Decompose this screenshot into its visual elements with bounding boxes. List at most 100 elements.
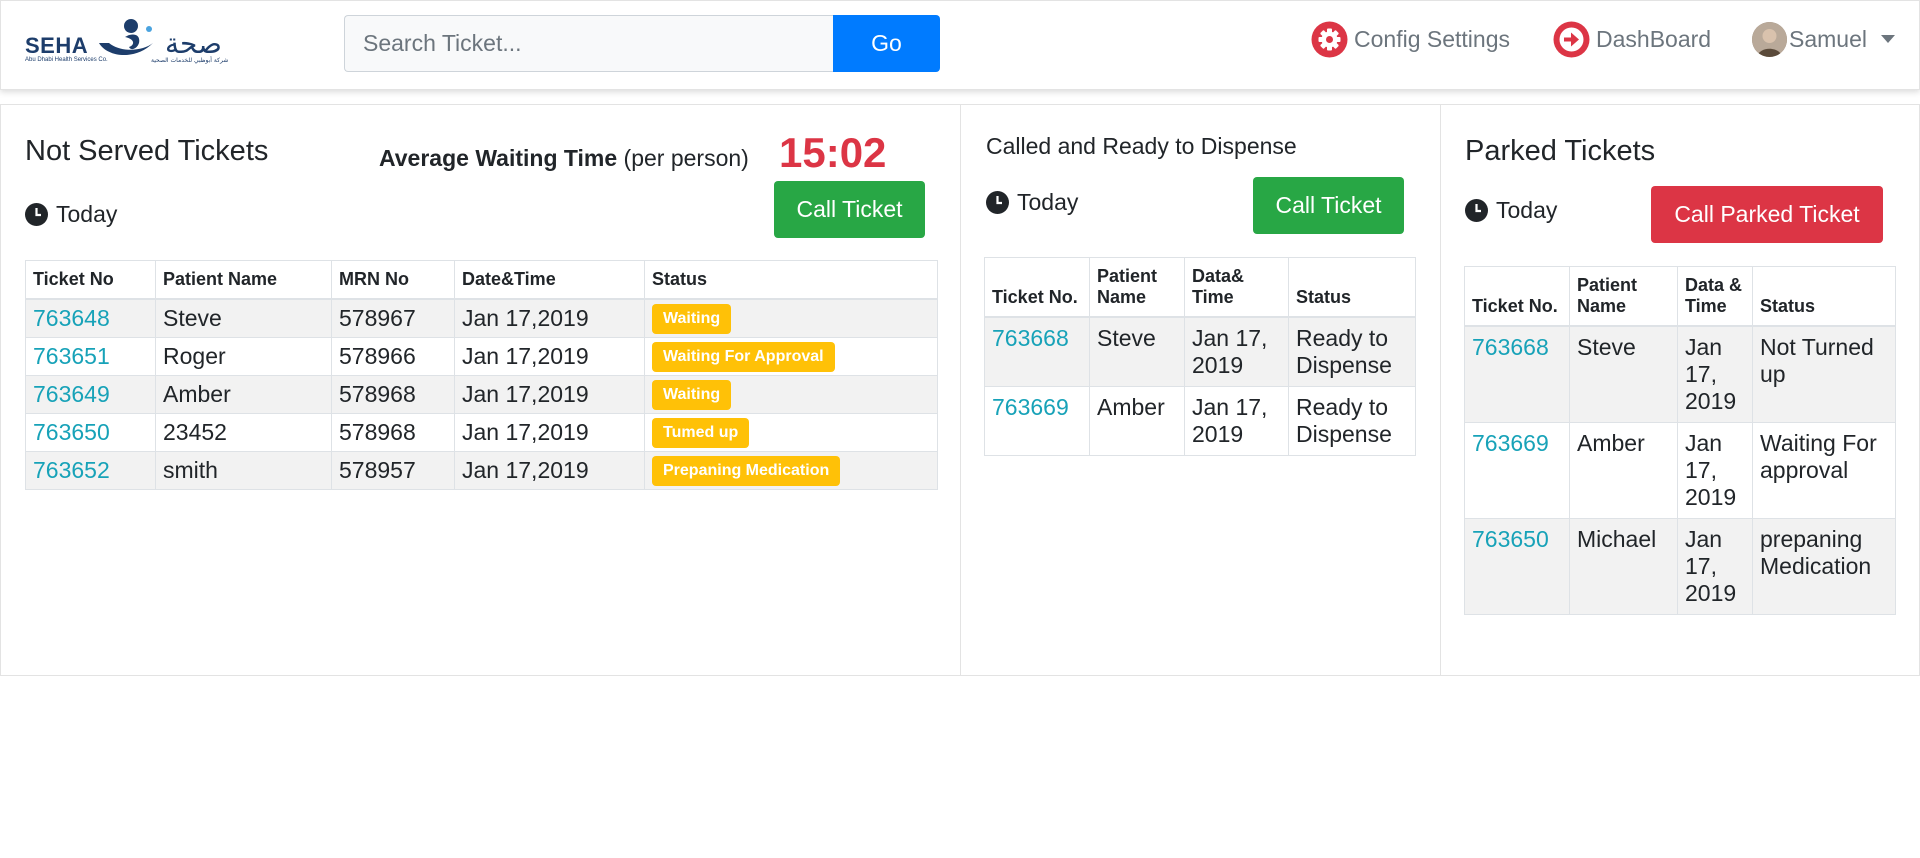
patient-name: 23452: [155, 412, 332, 452]
top-navbar: SEHA Abu Dhabi Health Services Co. صحة ش…: [0, 0, 1920, 90]
clock-icon: [1465, 199, 1488, 222]
mrn-no: 578968: [331, 374, 455, 414]
table-row: 763650 Michael Jan 17, 2019 prepaning Me…: [1464, 518, 1896, 615]
table-row: 763648 Steve 578967 Jan 17,2019 Waiting: [25, 298, 938, 338]
parked-tickets-table: Ticket No. Patient Name Data & Time Stat…: [1464, 266, 1896, 615]
ticket-link[interactable]: 763651: [33, 343, 110, 369]
user-avatar: [1752, 21, 1787, 57]
ticket-link[interactable]: 763650: [33, 419, 110, 445]
logo-text-en: SEHA: [25, 33, 89, 58]
patient-name: Michael: [1569, 518, 1678, 615]
status-text: Ready to Dispense: [1288, 316, 1416, 387]
patient-name: smith: [155, 450, 332, 490]
ticket-link[interactable]: 763669: [1472, 430, 1549, 456]
patient-name: Steve: [1089, 316, 1185, 387]
panel-title: Called and Ready to Dispense: [986, 133, 1297, 159]
ticket-link[interactable]: 763650: [1472, 526, 1549, 552]
average-waiting-sublabel: (per person): [617, 145, 749, 171]
not-served-table: Ticket No Patient Name MRN No Date&Time …: [25, 260, 938, 490]
call-ticket-button[interactable]: Call Ticket: [774, 181, 925, 238]
nav-config-settings[interactable]: Config Settings: [1311, 19, 1510, 59]
status-text: prepaning Medication: [1752, 518, 1896, 615]
logo-subtext-ar: شركة أبوظبي للخدمات الصحية: [151, 57, 229, 64]
panel-title: Not Served Tickets: [25, 135, 269, 167]
ready-to-dispense-table: Ticket No. Patient Name Data& Time Statu…: [984, 257, 1416, 456]
mrn-no: 578967: [331, 298, 455, 338]
search-ticket-input[interactable]: [344, 15, 834, 72]
date-time: Jan 17,2019: [454, 374, 645, 414]
status-badge: Prepaning Medication: [652, 456, 841, 486]
call-ticket-button[interactable]: Call Ticket: [1253, 177, 1404, 234]
user-name: Samuel: [1789, 25, 1867, 52]
date-time: Jan 17,2019: [454, 450, 645, 490]
ticket-link[interactable]: 763649: [33, 381, 110, 407]
mrn-no: 578966: [331, 336, 455, 376]
status-badge: Waiting: [652, 380, 732, 410]
mrn-no: 578968: [331, 412, 455, 452]
gear-icon: [1311, 21, 1348, 58]
column-header: Status: [1288, 257, 1416, 318]
logo-mark-icon: [99, 19, 153, 56]
average-waiting-time: Average Waiting Time (per person): [379, 145, 749, 172]
panel-title: Parked Tickets: [1465, 135, 1656, 167]
average-waiting-value: 15:02: [779, 129, 887, 176]
status-text: Ready to Dispense: [1288, 386, 1416, 456]
mrn-no: 578957: [331, 450, 455, 490]
today-label: Today: [56, 201, 118, 227]
table-row: 763652 smith 578957 Jan 17,2019 Prepanin…: [25, 450, 938, 490]
status-badge: Tumed up: [652, 418, 750, 448]
date-time: Jan 17, 2019: [1677, 422, 1753, 519]
ticket-link[interactable]: 763652: [33, 457, 110, 483]
parked-tickets-panel: Parked Tickets Today Call Parked Ticket …: [1440, 104, 1920, 676]
status-text: Waiting For approval: [1752, 422, 1896, 519]
chevron-down-icon: [1880, 35, 1895, 43]
column-header: Data& Time: [1184, 257, 1289, 318]
ticket-link[interactable]: 763668: [1472, 334, 1549, 360]
patient-name: Steve: [155, 298, 332, 338]
table-row: 763649 Amber 578968 Jan 17,2019 Waiting: [25, 374, 938, 414]
ticket-link[interactable]: 763648: [33, 305, 110, 331]
table-header-row: Ticket No. Patient Name Data & Time Stat…: [1464, 266, 1896, 327]
column-header: Ticket No.: [1464, 266, 1570, 327]
date-time: Jan 17, 2019: [1677, 325, 1753, 423]
patient-name: Steve: [1569, 325, 1678, 423]
column-header: Patient Name: [1569, 266, 1678, 327]
column-header: Patient Name: [1089, 257, 1185, 318]
table-row: 763651 Roger 578966 Jan 17,2019 Waiting …: [25, 336, 938, 376]
date-time: Jan 17, 2019: [1184, 316, 1289, 387]
table-header-row: Ticket No Patient Name MRN No Date&Time …: [25, 260, 938, 300]
column-header: Ticket No: [25, 260, 156, 300]
table-row: 763669 Amber Jan 17, 2019 Waiting For ap…: [1464, 422, 1896, 519]
call-parked-ticket-button[interactable]: Call Parked Ticket: [1651, 186, 1883, 243]
search-go-button[interactable]: Go: [833, 15, 940, 72]
nav-dashboard[interactable]: DashBoard: [1553, 19, 1711, 59]
today-filter: Today: [1465, 197, 1557, 224]
average-waiting-label: Average Waiting Time: [379, 145, 618, 171]
status-badge: Waiting: [652, 304, 732, 335]
status-text: Not Turned up: [1752, 325, 1896, 423]
date-time: Jan 17,2019: [454, 412, 645, 452]
date-time: Jan 17, 2019: [1184, 386, 1289, 456]
nav-dashboard-label: DashBoard: [1596, 25, 1712, 52]
clock-icon: [25, 203, 48, 226]
user-menu-dropdown[interactable]: Samuel: [1752, 19, 1895, 59]
patient-name: Roger: [155, 336, 332, 376]
column-header: Patient Name: [155, 260, 332, 300]
date-time: Jan 17,2019: [454, 336, 645, 376]
table-row: 763650 23452 578968 Jan 17,2019 Tumed up: [25, 412, 938, 452]
patient-name: Amber: [155, 374, 332, 414]
table-row: 763669 Amber Jan 17, 2019 Ready to Dispe…: [984, 386, 1416, 456]
seha-logo[interactable]: SEHA Abu Dhabi Health Services Co. صحة ش…: [25, 17, 230, 67]
today-filter: Today: [986, 189, 1078, 216]
ticket-link[interactable]: 763668: [992, 325, 1069, 351]
date-time: Jan 17, 2019: [1677, 518, 1753, 615]
ready-to-dispense-panel: Called and Ready to Dispense Today Call …: [960, 104, 1441, 676]
today-label: Today: [1496, 197, 1558, 223]
ticket-link[interactable]: 763669: [992, 394, 1069, 420]
status-badge: Waiting For Approval: [652, 342, 835, 372]
column-header: Date&Time: [454, 260, 645, 300]
column-header: Data & Time: [1677, 266, 1753, 327]
table-row: 763668 Steve Jan 17, 2019 Ready to Dispe…: [984, 316, 1416, 387]
not-served-panel: Not Served Tickets Average Waiting Time …: [0, 104, 961, 676]
column-header: Status: [1752, 266, 1896, 327]
